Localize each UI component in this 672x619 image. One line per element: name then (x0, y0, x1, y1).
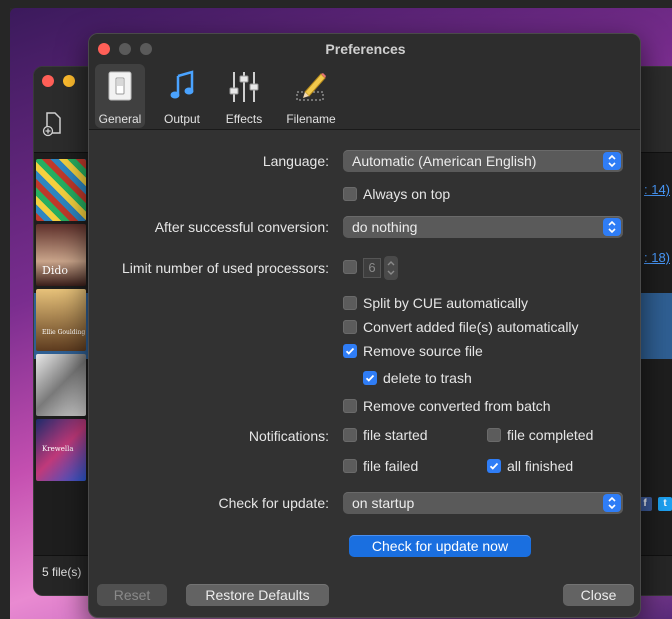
after-conversion-label: After successful conversion: (154, 219, 329, 235)
checkbox-box (343, 399, 357, 413)
checkbox-box (343, 459, 357, 473)
pencil-icon (296, 73, 326, 101)
processors-stepper[interactable] (384, 256, 398, 280)
limit-processors-checkbox[interactable] (343, 259, 359, 277)
close-button[interactable]: Close (563, 584, 634, 606)
chevron-updown-icon (603, 152, 621, 170)
language-label: Language: (262, 153, 329, 169)
notifications-label: Notifications: (248, 428, 329, 444)
checkbox-box (487, 428, 501, 442)
cover-text: Krewella (42, 445, 74, 453)
reset-button[interactable]: Reset (97, 584, 167, 606)
after-conversion-select[interactable]: do nothing (343, 216, 623, 238)
close-window-button[interactable] (42, 75, 54, 87)
checkbox-label: file started (363, 427, 428, 443)
preferences-toolbar: Preferences General Output Effects Filen… (89, 34, 640, 130)
notify-file-started-checkbox[interactable]: file started (343, 427, 473, 445)
checkbox-box (343, 260, 357, 274)
sliders-icon (229, 72, 259, 102)
update-label: Check for update: (218, 495, 329, 511)
always-on-top-checkbox[interactable]: Always on top (343, 186, 543, 204)
twitter-icon[interactable]: t (658, 497, 672, 511)
checkbox-label: file completed (507, 427, 594, 443)
file-link[interactable]: : 18) (644, 250, 670, 265)
after-conversion-value: do nothing (352, 219, 418, 235)
tab-output[interactable]: Output (157, 64, 207, 128)
minimize-window-button[interactable] (63, 75, 75, 87)
checkbox-label: Split by CUE automatically (363, 295, 528, 311)
file-count-text: 5 file(s) (42, 565, 82, 579)
checkbox-box (343, 187, 357, 201)
checkbox-box (343, 428, 357, 442)
checkbox-box (343, 296, 357, 310)
checkbox-label: Always on top (363, 186, 451, 202)
checkbox-label: all finished (507, 458, 574, 474)
stepper-arrows-icon (387, 261, 395, 275)
checkbox-box (363, 371, 377, 385)
tab-filename[interactable]: Filename (283, 64, 339, 128)
update-frequency-value: on startup (352, 495, 415, 511)
checkmark-icon (345, 347, 355, 355)
tab-general[interactable]: General (95, 64, 145, 128)
cover-text: Ellie Goulding (42, 329, 86, 336)
album-cover-list: Dido Ellie Goulding Krewella (36, 159, 90, 484)
restore-defaults-button[interactable]: Restore Defaults (186, 584, 329, 606)
remove-source-checkbox[interactable]: Remove source file (343, 343, 623, 361)
convert-added-checkbox[interactable]: Convert added file(s) automatically (343, 319, 623, 337)
cover-text: Dido (42, 264, 69, 277)
chevron-updown-icon (603, 494, 621, 512)
processors-count-field[interactable]: 6 (363, 258, 381, 278)
delete-to-trash-checkbox[interactable]: delete to trash (363, 370, 563, 388)
tab-label: Output (163, 112, 201, 126)
remove-converted-checkbox[interactable]: Remove converted from batch (343, 398, 623, 416)
album-cover[interactable]: Krewella (36, 419, 86, 481)
processors-label: Limit number of used processors: (122, 260, 329, 276)
checkbox-label: delete to trash (383, 370, 472, 386)
checkbox-box (487, 459, 501, 473)
switch-icon (108, 71, 132, 101)
album-cover[interactable]: Ellie Goulding (36, 289, 86, 351)
checkmark-icon (365, 374, 375, 382)
checkbox-box (343, 344, 357, 358)
top-bar (0, 0, 672, 8)
preferences-window: Preferences General Output Effects Filen… (88, 33, 641, 618)
notify-file-failed-checkbox[interactable]: file failed (343, 458, 473, 476)
checkbox-label: file failed (363, 458, 419, 474)
update-frequency-select[interactable]: on startup (343, 492, 623, 514)
music-note-icon (170, 70, 194, 99)
checkbox-label: Remove converted from batch (363, 398, 551, 414)
tab-label: General (98, 112, 142, 126)
tab-label: Filename (286, 112, 336, 126)
split-by-cue-checkbox[interactable]: Split by CUE automatically (343, 295, 623, 313)
album-cover[interactable] (36, 354, 86, 416)
language-select[interactable]: Automatic (American English) (343, 150, 623, 172)
notify-all-finished-checkbox[interactable]: all finished (487, 458, 617, 476)
tab-effects[interactable]: Effects (219, 64, 269, 128)
notify-file-completed-checkbox[interactable]: file completed (487, 427, 617, 445)
tab-label: Effects (225, 112, 263, 126)
checkbox-box (343, 320, 357, 334)
file-link[interactable]: : 14) (644, 182, 670, 197)
check-update-now-button[interactable]: Check for update now (349, 535, 531, 557)
checkmark-icon (489, 462, 499, 470)
window-title: Preferences (325, 41, 406, 57)
left-bar (0, 0, 10, 619)
album-cover[interactable] (36, 159, 86, 221)
album-cover[interactable]: Dido (36, 224, 86, 286)
add-file-icon[interactable] (42, 111, 64, 137)
language-value: Automatic (American English) (352, 153, 537, 169)
checkbox-label: Remove source file (363, 343, 483, 359)
checkbox-label: Convert added file(s) automatically (363, 319, 579, 335)
chevron-updown-icon (603, 218, 621, 236)
